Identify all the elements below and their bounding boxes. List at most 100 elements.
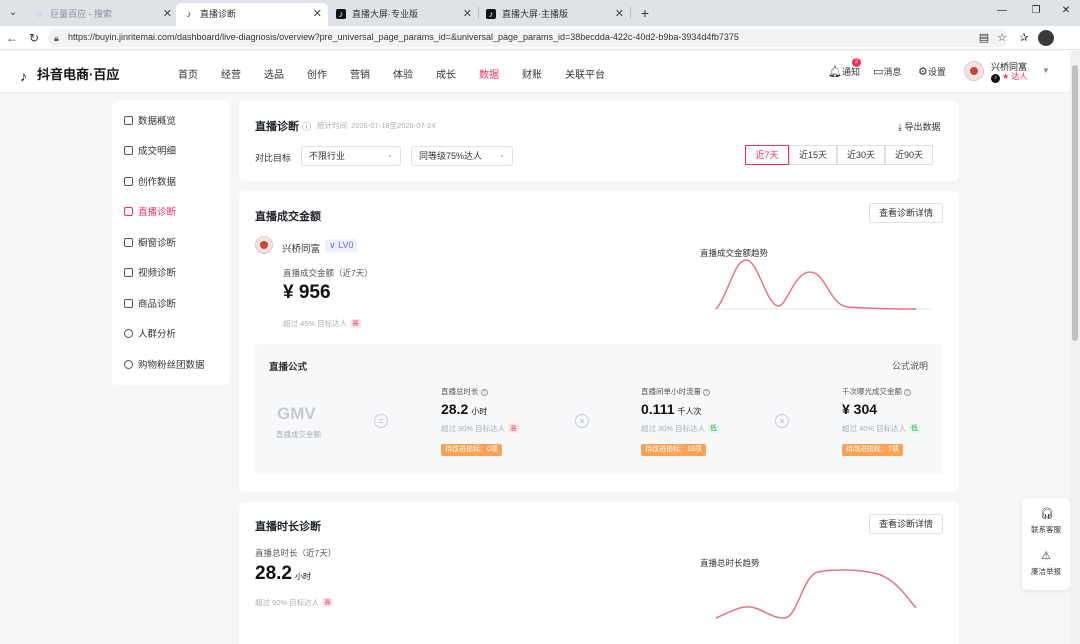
gmv-metric-label: 直播成交金额（近7天）	[283, 268, 373, 278]
sidebar-item-deal-details[interactable]: 成交明细	[124, 144, 176, 160]
gmv-metric-value: ¥ 956	[283, 282, 331, 303]
formula-panel	[255, 344, 943, 474]
app-logo[interactable]: ♪ 抖音电商·百应	[20, 64, 119, 83]
restore-icon[interactable]: ❐	[1026, 5, 1046, 16]
sidebar-item-product-diagnosis[interactable]: 商品诊断	[124, 297, 176, 313]
compare-target-label: 对比目标	[255, 153, 292, 163]
nav-growth[interactable]: 成长	[436, 66, 456, 81]
settings-button[interactable]: ⚙设置	[918, 65, 946, 78]
close-tab-icon[interactable]: ✕	[313, 3, 322, 25]
browser-tab-big-screen-anchor[interactable]: ♪ 直播大屏·主播版 ✕	[478, 3, 630, 26]
metric-duration-value: 28.2 小时	[441, 401, 488, 417]
scrollbar-thumb[interactable]	[1072, 65, 1078, 341]
metric-cpm-gmv-improve-tag[interactable]: 待改进指标：7项	[842, 444, 903, 456]
nav-business[interactable]: 经营	[221, 66, 241, 81]
nav-finance[interactable]: 财账	[522, 66, 542, 81]
gmv-trend-chart	[714, 259, 932, 310]
metric-cpm-gmv-value: ¥ 304	[842, 401, 878, 417]
lock-icon: 🔒︎	[54, 33, 59, 43]
new-tab-plus-icon[interactable]: +	[636, 4, 654, 22]
browser-tab-big-screen-pro[interactable]: ♪ 直播大屏·专业版 ✕	[328, 3, 478, 26]
url-field[interactable]: 🔒︎ https://buyin.jinritemai.com/dashboar…	[48, 29, 1008, 47]
metric-cpm-gmv-label: 千次曝光成交金额?	[842, 386, 911, 397]
overview-icon	[124, 116, 133, 125]
nav-marketing[interactable]: 营销	[350, 66, 370, 81]
question-icon[interactable]: ?	[480, 389, 488, 396]
formula-title: 直播公式	[269, 362, 308, 373]
close-tab-icon[interactable]: ✕	[463, 3, 472, 25]
sidebar-item-crowd-analysis[interactable]: 人群分析	[124, 327, 176, 343]
gmv-detail-button[interactable]: 查看诊断详情	[869, 203, 943, 223]
question-icon[interactable]: ⓘ	[302, 122, 311, 132]
stat-time: 统计时间: 2026-07-18至2026-07-24	[317, 121, 436, 130]
close-tab-icon[interactable]: ✕	[615, 3, 624, 25]
sidebar-item-creation-data[interactable]: 创作数据	[124, 175, 176, 191]
level-select[interactable]: 同等级75%达人 ⌄	[411, 146, 513, 166]
range-15-days[interactable]: 近15天	[789, 145, 837, 165]
integrity-report-button[interactable]: ⚠ 廉洁举报	[1022, 550, 1070, 577]
tiktok-favicon-icon: ♪	[186, 9, 192, 19]
multiply-operator-icon: ×	[775, 414, 789, 428]
duration-trend-line	[715, 569, 917, 619]
minimize-icon[interactable]: —	[992, 5, 1012, 16]
browser-tab-search[interactable]: ○ 巨量百应 - 搜索 ✕	[26, 3, 178, 26]
sidebar: 数据概览 成交明细 创作数据 直播诊断 橱窗诊断 视频诊断 商品诊断 人群分析 …	[112, 100, 230, 385]
browser-tab-live-diagnosis[interactable]: ♪ 直播诊断 ✕	[176, 3, 328, 26]
close-tab-icon[interactable]: ✕	[163, 3, 172, 25]
notify-count-badge: 2	[852, 58, 861, 67]
nav-creation[interactable]: 创作	[307, 66, 327, 81]
formula-help-link[interactable]: 公式说明	[892, 359, 928, 372]
user-avatar[interactable]	[964, 61, 984, 81]
sidebar-item-window-diagnosis[interactable]: 橱窗诊断	[124, 236, 176, 252]
industry-select[interactable]: 不限行业 ⌄	[301, 146, 401, 166]
range-30-days[interactable]: 近30天	[837, 145, 885, 165]
browser-profile-avatar[interactable]	[1038, 30, 1054, 46]
person-icon	[124, 329, 133, 338]
creation-icon	[124, 177, 133, 186]
nav-data[interactable]: 数据	[479, 66, 499, 81]
gear-icon: ⚙	[918, 66, 928, 78]
contact-service-button[interactable]: 🎧︎ 联系客服	[1022, 508, 1070, 535]
sidebar-item-live-diagnosis[interactable]: 直播诊断	[124, 205, 176, 221]
duration-detail-button[interactable]: 查看诊断详情	[869, 514, 943, 534]
favorites-icon[interactable]: ✰	[1016, 30, 1032, 46]
range-7-days[interactable]: 近7天	[745, 145, 789, 165]
bookmark-star-icon[interactable]: ☆	[994, 30, 1010, 46]
gmv-card-title: 直播成交金额	[255, 211, 321, 223]
nav-home[interactable]: 首页	[178, 66, 198, 81]
chevron-down-icon: ⌄	[499, 152, 505, 159]
metric-traffic-improve-tag[interactable]: 待改进指标：19项	[641, 444, 706, 456]
nav-experience[interactable]: 体验	[393, 66, 413, 81]
question-icon[interactable]: ?	[703, 389, 710, 396]
chevron-down-icon[interactable]: ▼	[1042, 66, 1050, 75]
reader-mode-icon[interactable]: ▤	[976, 30, 992, 46]
tab-separator	[630, 7, 631, 19]
page-title: 直播诊断 ⓘ	[255, 121, 312, 133]
duration-metric-label: 直播总时长（近7天）	[255, 548, 337, 558]
metric-duration-improve-tag[interactable]: 待改进指标：0项	[441, 444, 502, 456]
sidebar-item-data-overview[interactable]: 数据概览	[124, 114, 176, 130]
message-button[interactable]: ▭消息	[873, 65, 901, 78]
back-arrow-icon[interactable]: ←	[4, 30, 20, 46]
duration-metric-value: 28.2 小时	[255, 563, 311, 584]
list-icon	[124, 146, 133, 155]
sidebar-item-fan-group-data[interactable]: 购物粉丝团数据	[124, 358, 205, 374]
gmv-trend-line	[715, 259, 917, 310]
fans-icon	[124, 360, 133, 369]
page-scrollbar[interactable]	[1070, 51, 1080, 644]
nav-selection[interactable]: 选品	[264, 66, 284, 81]
filter-card	[239, 101, 959, 181]
tiktok-favicon-icon: ♪	[486, 9, 496, 19]
message-icon: ▭	[873, 66, 884, 78]
video-icon	[124, 268, 133, 277]
metric-duration-label: 直播总时长?	[441, 386, 488, 397]
warning-icon: ⚠	[1041, 550, 1051, 562]
close-window-icon[interactable]: ✕	[1056, 5, 1076, 16]
sidebar-item-video-diagnosis[interactable]: 视频诊断	[124, 266, 176, 282]
export-data-button[interactable]: ⤓ 导出数据	[898, 120, 941, 133]
reload-icon[interactable]: ↻	[26, 30, 42, 46]
tab-search-chevron-icon[interactable]: ⌄	[4, 4, 22, 22]
range-90-days[interactable]: 近90天	[885, 145, 933, 165]
nav-linked-platforms[interactable]: 关联平台	[565, 66, 605, 81]
question-icon[interactable]: ?	[904, 389, 911, 396]
